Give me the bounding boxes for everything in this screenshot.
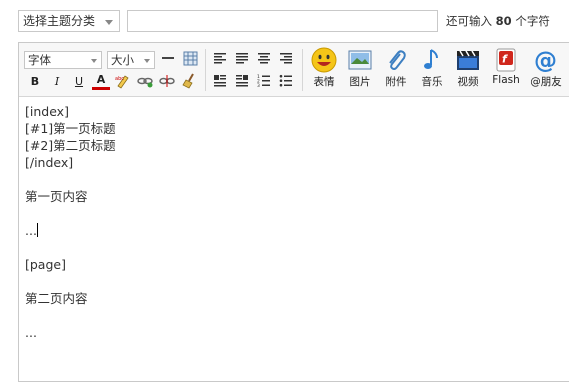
content-line: [#2]第二页标题 <box>25 138 116 153</box>
music-note-icon <box>424 49 438 69</box>
attachment-button[interactable]: 附件 <box>379 47 413 93</box>
italic-button[interactable]: I <box>48 73 66 91</box>
emoticon-button[interactable]: 表情 <box>307 47 341 93</box>
content-line <box>25 239 565 256</box>
font-size-value: 大小 <box>111 53 134 67</box>
content-line: [/index] <box>25 155 74 170</box>
bold-button[interactable]: B <box>26 73 44 91</box>
unlink-icon <box>159 75 175 87</box>
at-sign-icon: @ <box>534 48 557 73</box>
flash-button[interactable]: f Flash <box>489 47 523 93</box>
font-color-label: A <box>96 73 106 86</box>
content-line <box>25 307 565 324</box>
remaining-chars-text: 还可输入 80 个字符 <box>446 10 550 32</box>
link-icon <box>137 77 153 88</box>
remaining-prefix: 还可输入 <box>446 14 492 28</box>
align-right-button[interactable] <box>277 51 295 69</box>
highlight-button[interactable]: abc <box>114 73 132 91</box>
remaining-suffix: 个字符 <box>515 14 550 28</box>
content-line <box>25 273 565 290</box>
rich-text-editor: 字体 大小 B I U A abc 1 2 3 表情 图片 附件 音乐 视频 f… <box>18 42 569 382</box>
table-icon <box>183 51 197 66</box>
table-button[interactable] <box>181 51 199 69</box>
clear-format-button[interactable] <box>180 73 198 91</box>
mention-label: @朋友 <box>530 76 562 88</box>
image-label: 图片 <box>349 76 371 88</box>
category-select-value: 选择主题分类 <box>23 14 96 28</box>
flash-icon: f <box>496 48 516 72</box>
content-line: [#1]第一页标题 <box>25 121 116 136</box>
editor-toolbar: 字体 大小 B I U A abc 1 2 3 表情 图片 附件 音乐 视频 f… <box>19 43 569 97</box>
video-label: 视频 <box>457 76 479 88</box>
music-label: 音乐 <box>421 76 443 88</box>
insert-image-button[interactable]: 图片 <box>343 47 377 93</box>
italic-label: I <box>54 75 60 88</box>
attachment-label: 附件 <box>385 76 407 88</box>
video-button[interactable]: 视频 <box>451 47 485 93</box>
unordered-list-button[interactable] <box>277 73 295 91</box>
content-line-with-cursor: ... <box>25 222 565 239</box>
ordered-list-icon: 1 2 3 <box>257 74 270 89</box>
content-text: ... <box>25 223 37 238</box>
music-button[interactable]: 音乐 <box>415 47 449 93</box>
chevron-down-icon <box>105 20 113 25</box>
float-left-icon <box>214 75 226 87</box>
chevron-down-icon <box>91 59 97 63</box>
toolbar-divider <box>302 49 303 91</box>
horizontal-rule-icon <box>162 57 174 59</box>
highlighter-icon: abc <box>115 75 129 89</box>
remaining-count: 80 <box>495 14 512 28</box>
align-justify-icon <box>236 53 248 64</box>
float-right-button[interactable] <box>233 73 251 91</box>
toolbar-divider <box>205 49 206 91</box>
content-line: [page] <box>25 257 66 272</box>
font-color-button[interactable]: A <box>92 73 110 90</box>
content-line: ... <box>25 325 37 340</box>
chevron-down-icon <box>144 59 150 63</box>
svg-text:abc: abc <box>115 76 124 82</box>
subject-input[interactable] <box>127 10 438 32</box>
top-bar: 选择主题分类 还可输入 80 个字符 <box>18 10 569 36</box>
underline-button[interactable]: U <box>70 73 88 91</box>
bold-label: B <box>30 75 40 88</box>
editor-content[interactable]: [index] [#1]第一页标题 [#2]第二页标题 [/index] 第一页… <box>25 103 565 341</box>
font-family-select[interactable]: 字体 <box>24 51 102 69</box>
underline-label: U <box>74 75 84 88</box>
align-justify-button[interactable] <box>233 51 251 69</box>
smiley-icon <box>311 47 337 73</box>
content-line <box>25 205 565 222</box>
content-line <box>25 171 565 188</box>
float-right-icon <box>236 75 248 87</box>
horizontal-rule-button[interactable] <box>159 51 177 69</box>
font-family-value: 字体 <box>28 53 51 67</box>
image-icon <box>348 50 372 70</box>
category-select[interactable]: 选择主题分类 <box>18 10 120 32</box>
remove-link-button[interactable] <box>158 73 176 91</box>
content-line: 第一页内容 <box>25 189 88 204</box>
broom-icon <box>182 73 194 89</box>
content-line: 第二页内容 <box>25 291 88 306</box>
ordered-list-button[interactable]: 1 2 3 <box>255 73 273 91</box>
flash-label: Flash <box>492 74 520 86</box>
align-center-button[interactable] <box>255 51 273 69</box>
text-cursor <box>36 223 38 237</box>
align-center-icon <box>258 53 270 64</box>
align-left-icon <box>214 53 226 64</box>
paperclip-icon <box>389 50 406 70</box>
align-left-button[interactable] <box>211 51 229 69</box>
align-right-icon <box>280 53 292 64</box>
font-size-select[interactable]: 大小 <box>107 51 155 69</box>
mention-friend-button[interactable]: @ @朋友 <box>527 47 565 93</box>
insert-link-button[interactable] <box>136 73 154 91</box>
film-clapper-icon <box>457 50 479 70</box>
content-line: [index] <box>25 104 69 119</box>
emoticon-label: 表情 <box>313 76 335 88</box>
float-left-button[interactable] <box>211 73 229 91</box>
svg-text:@: @ <box>534 48 557 73</box>
svg-text:3: 3 <box>257 83 260 87</box>
unordered-list-icon <box>279 74 292 87</box>
